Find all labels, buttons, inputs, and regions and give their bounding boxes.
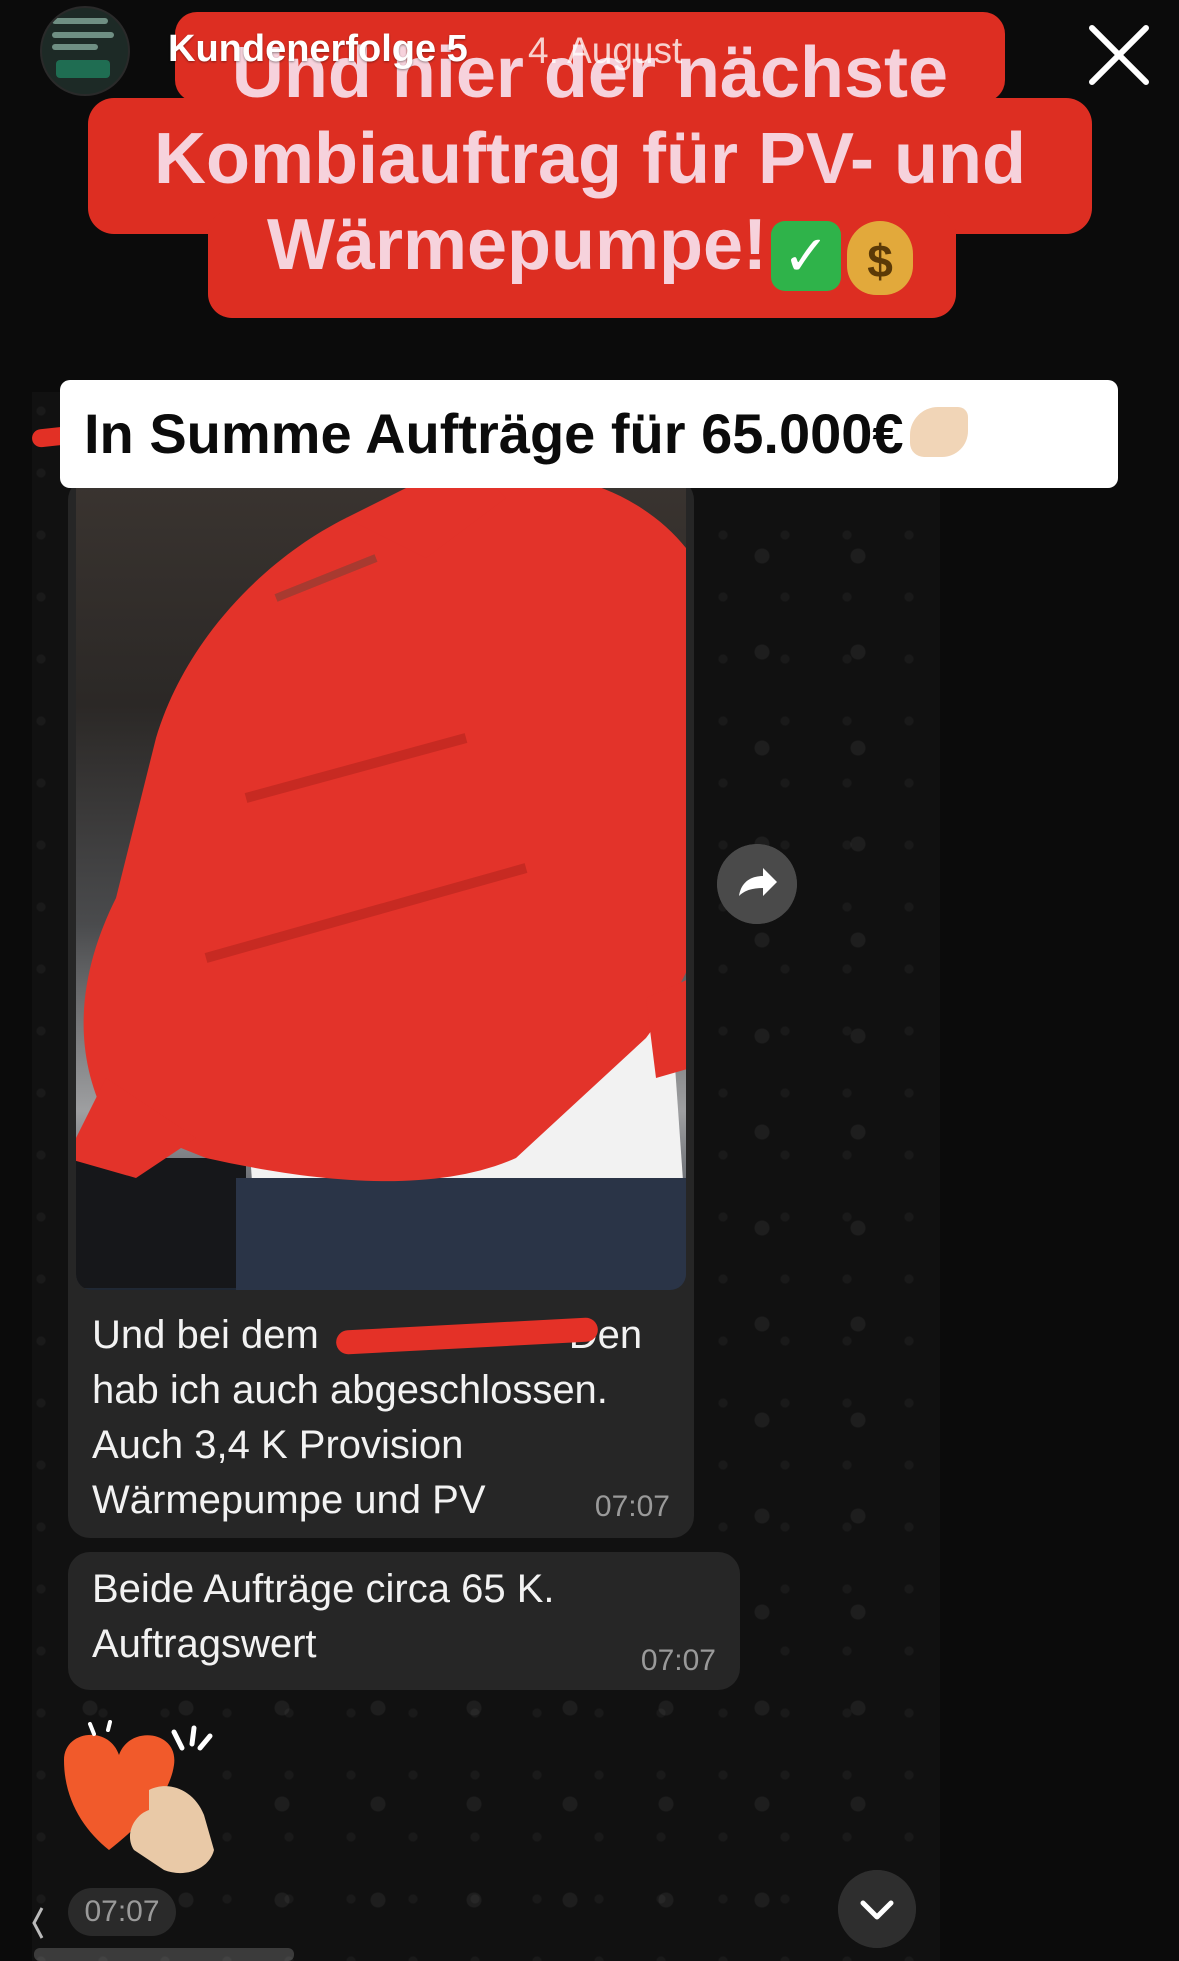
- chat-message[interactable]: Und bei dem Den hab ich auch abgeschlosse…: [68, 1288, 694, 1538]
- headline-line-3-text: Wärmepumpe!: [266, 205, 768, 285]
- message-text: Beide Aufträge circa 65 K. Auftragswert: [92, 1562, 712, 1672]
- summary-text: In Summe Aufträge für 65.000€: [84, 402, 904, 465]
- money-bag-icon: $: [847, 221, 914, 295]
- story-username[interactable]: Kundenerfolge 5: [168, 28, 468, 71]
- chevron-down-icon[interactable]: [838, 1870, 916, 1948]
- red-redaction-scribble: [76, 478, 686, 1182]
- message-time: 07:07: [640, 1644, 716, 1677]
- sticker-time: 07:07: [68, 1888, 176, 1936]
- chat-message[interactable]: Beide Aufträge circa 65 K. Auftragswert …: [68, 1552, 740, 1690]
- summary-banner: In Summe Aufträge für 65.000€: [60, 380, 1118, 488]
- check-mark-icon: ✓: [771, 221, 842, 291]
- message-line: Wärmepumpe und PV: [92, 1478, 486, 1522]
- close-icon[interactable]: [1084, 20, 1154, 90]
- instagram-story: Und hier der nächste Kombiauftrag für PV…: [0, 0, 1179, 1961]
- message-line-start: Und bei dem: [92, 1313, 319, 1357]
- chevron-left-icon: [32, 1907, 44, 1939]
- headline-line-3: Wärmepumpe! ✓ $: [80, 202, 1100, 295]
- message-line: Auftragswert: [92, 1622, 317, 1666]
- flexed-biceps-icon: [909, 407, 968, 457]
- forward-icon[interactable]: [717, 844, 797, 924]
- message-line: hab ich auch abgeschlossen.: [92, 1368, 608, 1412]
- message-line: Auch 3,4 K Provision: [92, 1423, 464, 1467]
- headline-line-2: Kombiauftrag für PV- und: [154, 119, 1026, 199]
- message-line: Beide Aufträge circa 65 K.: [92, 1567, 555, 1611]
- message-photo[interactable]: [76, 478, 686, 1290]
- heart-hand-sticker[interactable]: [54, 1720, 234, 1880]
- message-time: 07:07: [594, 1490, 670, 1523]
- story-date: 4. August: [528, 30, 683, 71]
- reply-bar[interactable]: [34, 1948, 294, 1961]
